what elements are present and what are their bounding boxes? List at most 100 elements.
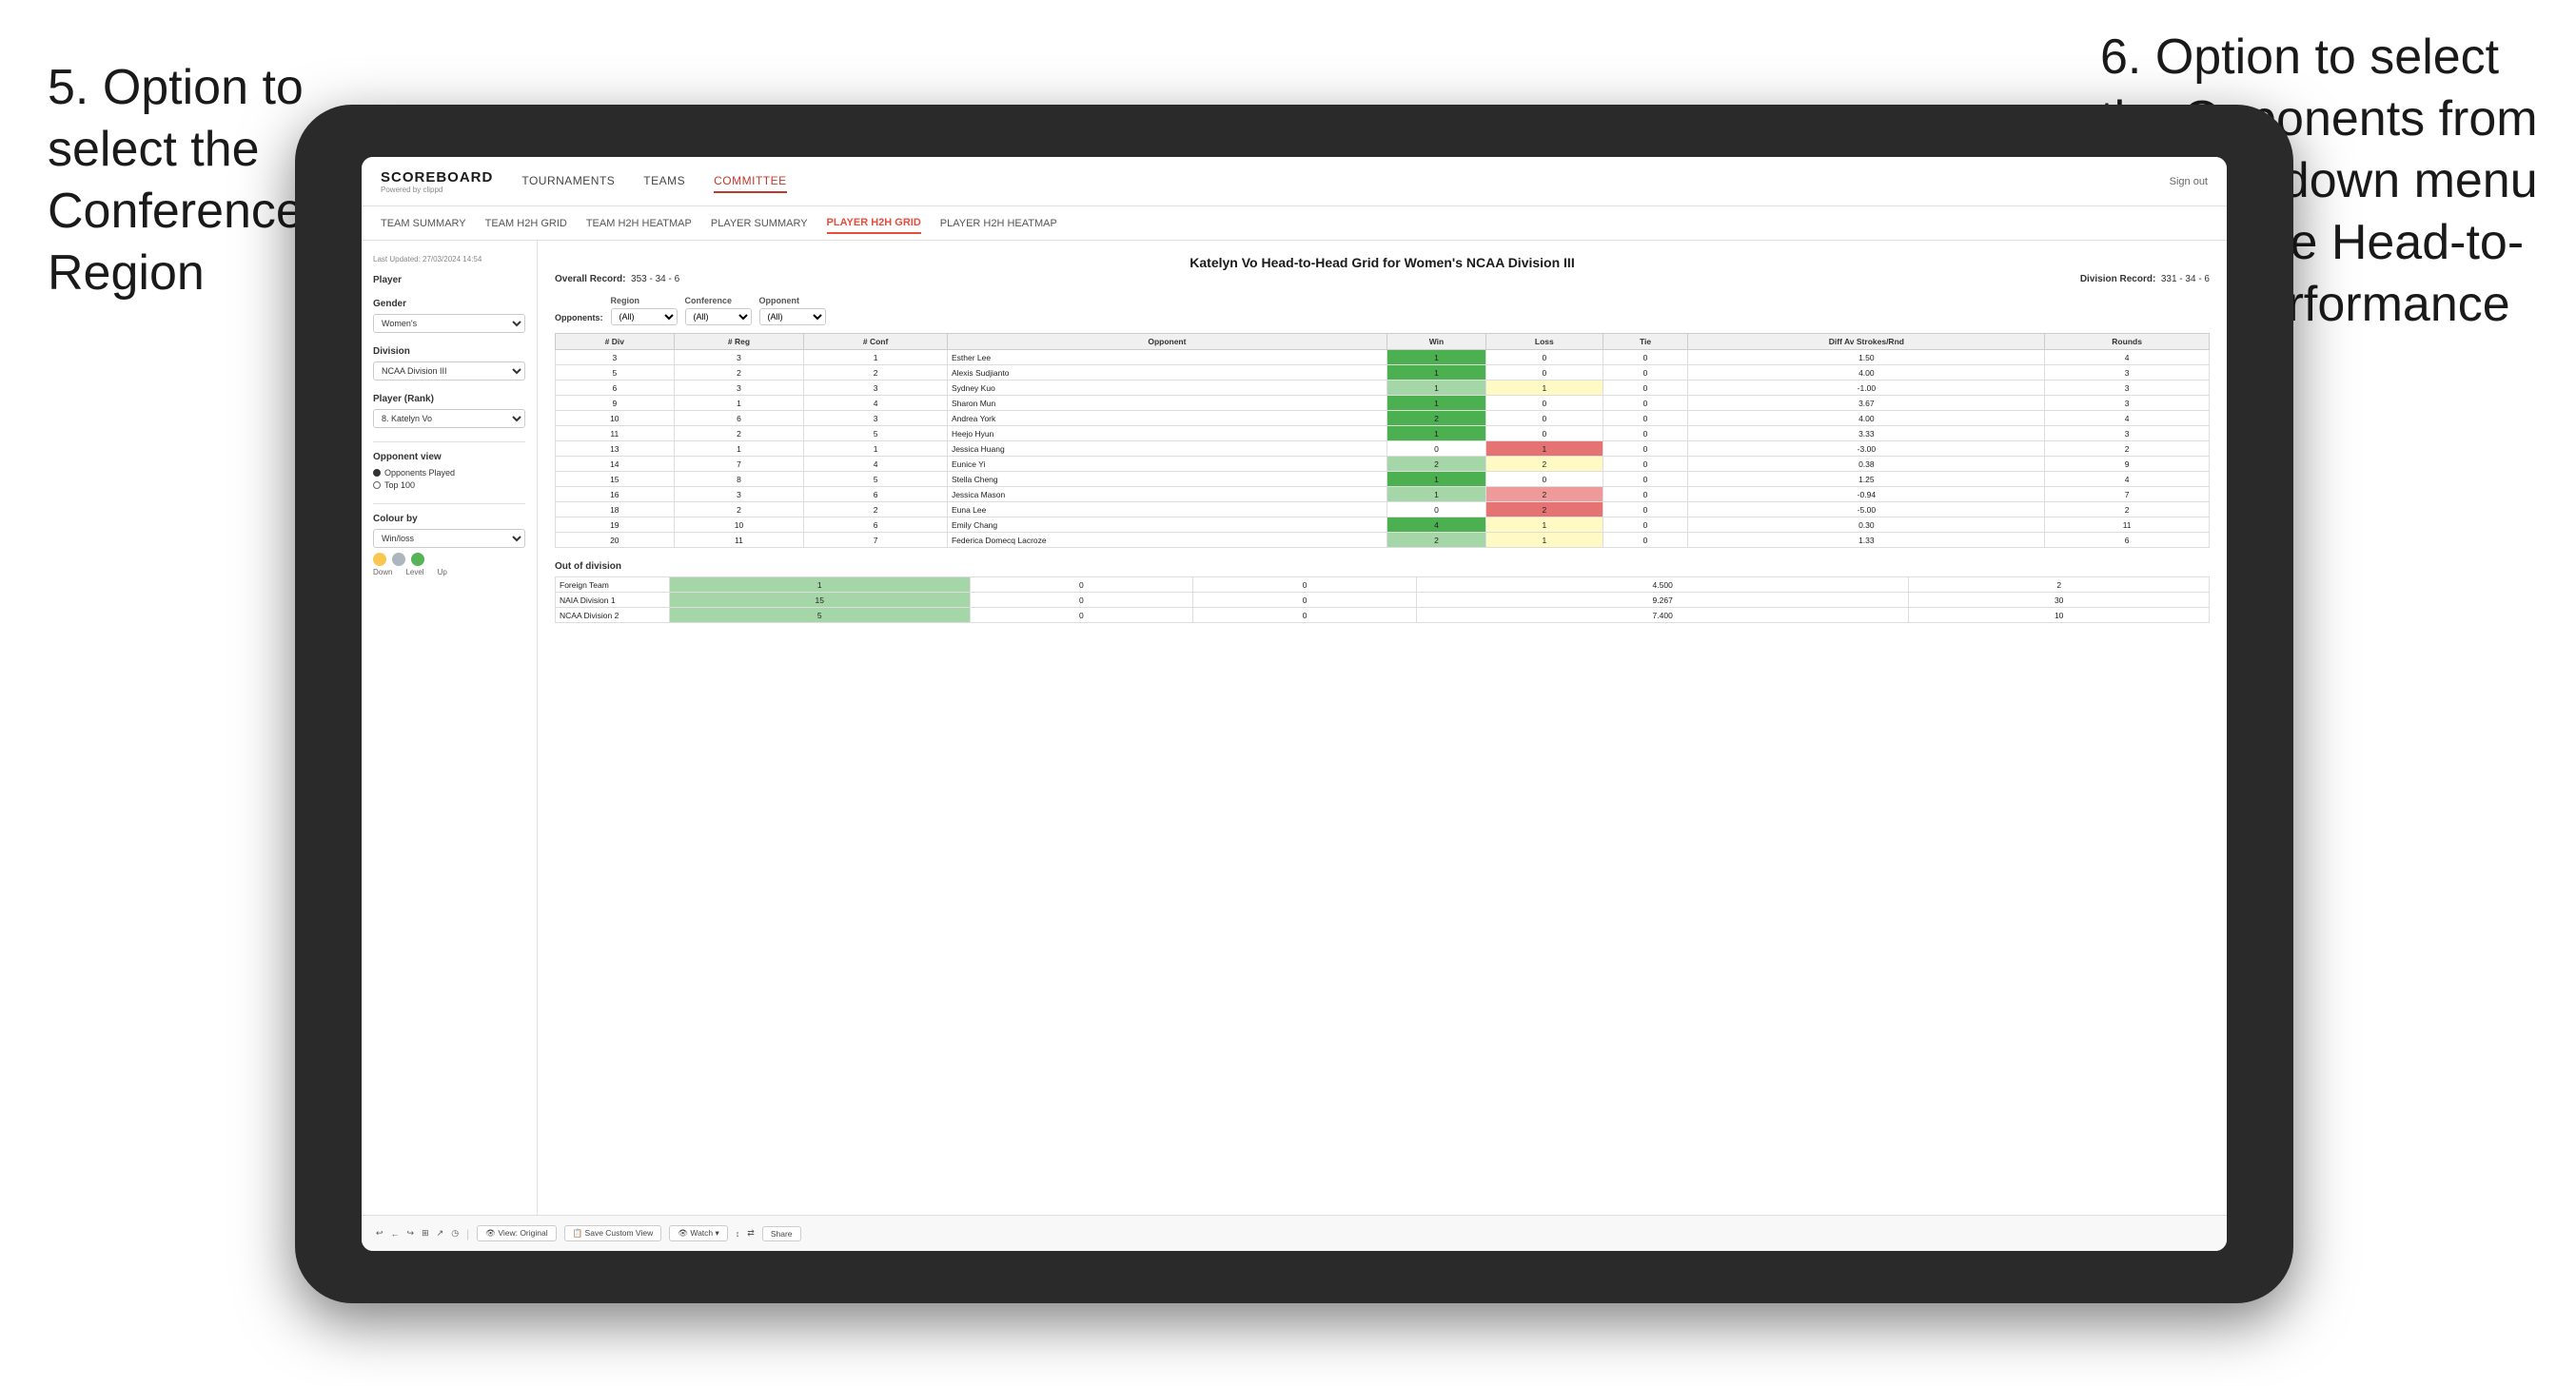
subnav: TEAM SUMMARY TEAM H2H GRID TEAM H2H HEAT… [362,206,2227,241]
cell-conf: 6 [804,487,948,502]
cell-loss: 2 [1486,502,1603,517]
filter-row: Opponents: Region (All) Conference (All) [555,296,2210,325]
cell-reg: 11 [674,533,804,548]
opponent-view-label: Opponent view [373,452,525,462]
cell-conf: 3 [804,411,948,426]
cell-conf: 5 [804,472,948,487]
cell-reg: 10 [674,517,804,533]
subnav-team-h2h-heatmap[interactable]: TEAM H2H HEATMAP [586,214,692,233]
opponents-label: Opponents: [555,313,603,325]
cell-diff: 0.30 [1688,517,2045,533]
cell-conf: 1 [804,441,948,457]
colour-by-select[interactable]: Win/loss [373,529,525,548]
nav-sign-out[interactable]: Sign out [2170,176,2208,187]
colour-labels: Down Level Up [373,568,525,576]
table-row: 10 6 3 Andrea York 2 0 0 4.00 4 [556,411,2210,426]
colour-by-label: Colour by [373,514,525,524]
out-of-division: Out of division Foreign Team 1 0 0 4.500… [555,561,2210,623]
cell-rounds: 2 [2045,441,2210,457]
cell-rounds: 3 [2045,381,2210,396]
subnav-player-summary[interactable]: PLAYER SUMMARY [711,214,808,233]
toolbar-watch[interactable]: 👁 Watch ▾ [669,1225,728,1241]
sidebar-player-rank-select[interactable]: 8. Katelyn Vo [373,409,525,428]
ood-win: 15 [670,593,971,608]
colour-dot-down [373,553,386,566]
content-area: Katelyn Vo Head-to-Head Grid for Women's… [538,241,2227,1215]
ood-rounds: 2 [1909,577,2210,593]
cell-conf: 7 [804,533,948,548]
cell-win: 1 [1386,396,1485,411]
cell-rounds: 11 [2045,517,2210,533]
nav-tournaments[interactable]: TOURNAMENTS [521,170,615,193]
cell-conf: 3 [804,381,948,396]
th-opponent: Opponent [947,334,1386,350]
filter-region-group: Region (All) [611,296,678,325]
toolbar-link[interactable]: ↗ [437,1228,444,1239]
ood-rounds: 30 [1909,593,2210,608]
logo-area: SCOREBOARD Powered by clippd [381,169,493,194]
sidebar-player-rank-section: Player (Rank) 8. Katelyn Vo [373,394,525,428]
cell-win: 2 [1386,457,1485,472]
ood-table-row: NAIA Division 1 15 0 0 9.267 30 [556,593,2210,608]
cell-opponent: Sharon Mun [947,396,1386,411]
nav-committee[interactable]: COMMITTEE [714,170,787,193]
sidebar-player-rank-label: Player (Rank) [373,394,525,404]
th-reg: # Reg [674,334,804,350]
sidebar-gender-select[interactable]: Women's [373,314,525,333]
cell-div: 10 [556,411,675,426]
toolbar-undo[interactable]: ↩ [376,1228,383,1239]
cell-tie: 0 [1603,487,1688,502]
cell-div: 14 [556,457,675,472]
filter-opponent-group: Opponent (All) [759,296,826,325]
cell-opponent: Federica Domecq Lacroze [947,533,1386,548]
cell-reg: 8 [674,472,804,487]
cell-tie: 0 [1603,350,1688,365]
colour-dot-up [411,553,424,566]
subnav-player-h2h-heatmap[interactable]: PLAYER H2H HEATMAP [940,214,1057,233]
main-content: Last Updated: 27/03/2024 14:54 Player Ge… [362,241,2227,1215]
table-row: 14 7 4 Eunice Yi 2 2 0 0.38 9 [556,457,2210,472]
sidebar-division-select[interactable]: NCAA Division III [373,361,525,381]
cell-opponent: Emily Chang [947,517,1386,533]
toolbar-swap[interactable]: ⇄ [747,1228,755,1239]
toolbar-resize[interactable]: ↕ [736,1229,740,1239]
radio-top100[interactable]: Top 100 [373,480,525,490]
cell-div: 9 [556,396,675,411]
toolbar-back[interactable]: ← [391,1229,400,1239]
toolbar-grid[interactable]: ⊞ [422,1228,429,1239]
cell-reg: 2 [674,426,804,441]
cell-diff: -3.00 [1688,441,2045,457]
toolbar-redo[interactable]: ↪ [407,1228,415,1239]
cell-reg: 1 [674,396,804,411]
cell-div: 18 [556,502,675,517]
sidebar-gender-label: Gender [373,299,525,309]
filter-opponent-select[interactable]: (All) [759,308,826,325]
cell-diff: 3.67 [1688,396,2045,411]
content-title: Katelyn Vo Head-to-Head Grid for Women's… [555,255,2210,270]
ood-diff: 7.400 [1416,608,1908,623]
navbar: SCOREBOARD Powered by clippd TOURNAMENTS… [362,157,2227,206]
cell-conf: 4 [804,457,948,472]
cell-tie: 0 [1603,365,1688,381]
radio-opponents-played[interactable]: Opponents Played [373,468,525,478]
toolbar-save-custom[interactable]: 📋 Save Custom View [564,1225,662,1241]
cell-diff: 1.50 [1688,350,2045,365]
filter-region-select[interactable]: (All) [611,308,678,325]
nav-teams[interactable]: TEAMS [643,170,685,193]
cell-win: 4 [1386,517,1485,533]
cell-opponent: Alexis Sudjianto [947,365,1386,381]
table-row: 3 3 1 Esther Lee 1 0 0 1.50 4 [556,350,2210,365]
subnav-team-summary[interactable]: TEAM SUMMARY [381,214,466,233]
ood-rounds: 10 [1909,608,2210,623]
th-win: Win [1386,334,1485,350]
subnav-player-h2h-grid[interactable]: PLAYER H2H GRID [827,213,921,234]
filter-conference-select[interactable]: (All) [685,308,752,325]
cell-opponent: Euna Lee [947,502,1386,517]
toolbar-view-original[interactable]: 👁 View: Original [477,1225,556,1241]
tablet-device: SCOREBOARD Powered by clippd TOURNAMENTS… [295,105,2293,1303]
toolbar-share[interactable]: Share [762,1226,801,1241]
ood-table-row: NCAA Division 2 5 0 0 7.400 10 [556,608,2210,623]
subnav-team-h2h-grid[interactable]: TEAM H2H GRID [485,214,567,233]
cell-win: 1 [1386,426,1485,441]
toolbar-clock[interactable]: ◷ [451,1228,459,1239]
